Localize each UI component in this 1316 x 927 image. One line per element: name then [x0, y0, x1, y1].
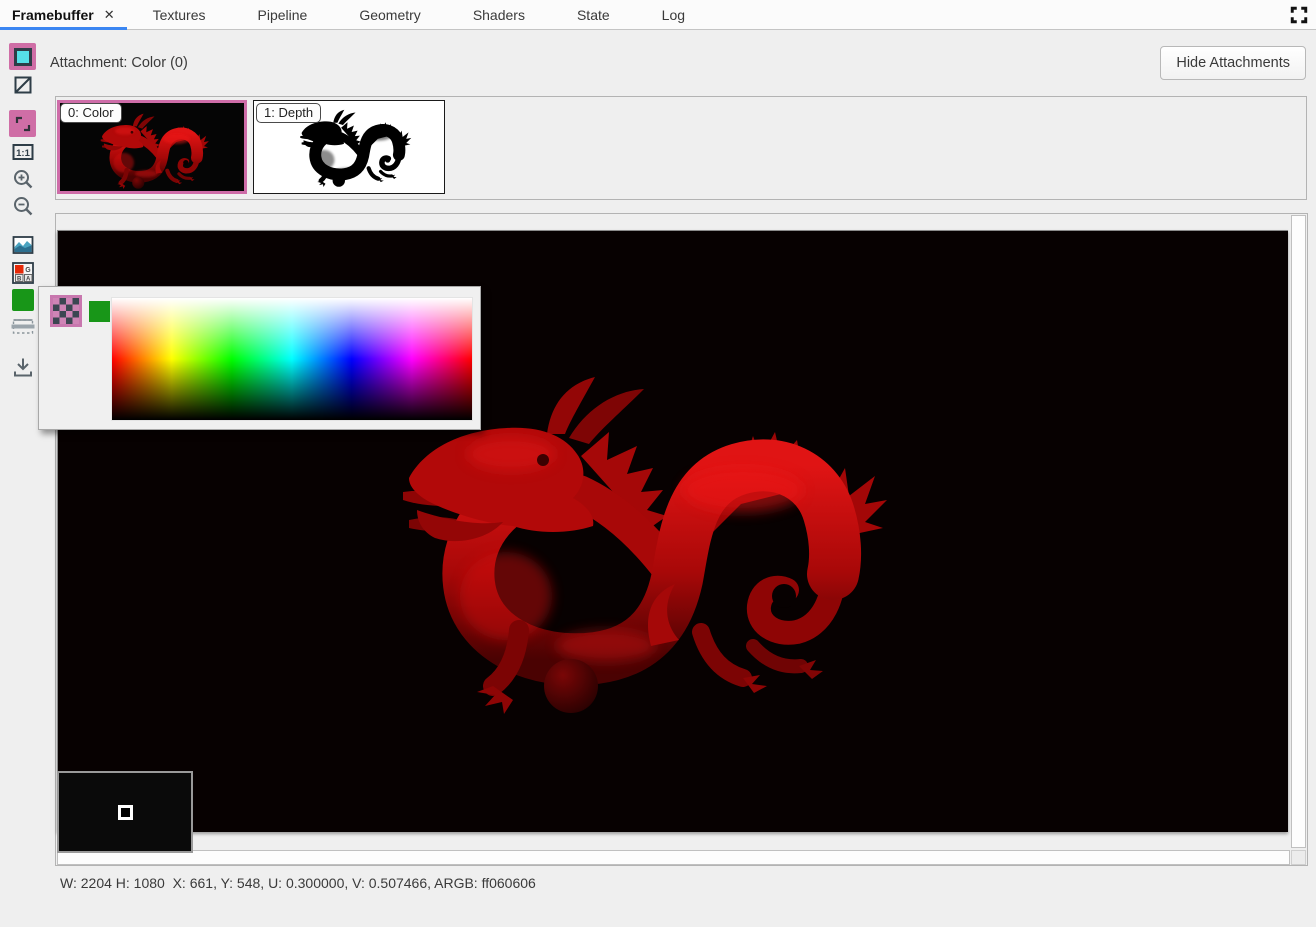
vertical-scrollbar[interactable] — [1291, 215, 1306, 848]
green-color-swatch[interactable] — [89, 301, 110, 322]
transparent-checker-swatch[interactable] — [50, 295, 82, 327]
attachment-label: Attachment: Color (0) — [50, 55, 188, 71]
tab-state[interactable]: State — [551, 0, 636, 29]
channels-rgba-icon[interactable]: G B A — [9, 259, 36, 286]
tab-geometry[interactable]: Geometry — [333, 0, 446, 29]
color-thumbnail-dragon — [96, 113, 214, 189]
fullscreen-icon[interactable] — [1290, 6, 1308, 24]
actual-size-label: 1:1 — [16, 148, 30, 159]
tab-bar: Framebuffer ✕ Textures Pipeline Geometry… — [0, 0, 1316, 30]
picked-color — [12, 289, 34, 311]
actual-size-icon[interactable]: 1:1 — [9, 138, 36, 165]
attachment-badge: 0: Color — [60, 103, 122, 123]
background-image-icon[interactable] — [9, 231, 36, 258]
tab-textures[interactable]: Textures — [127, 0, 232, 29]
zoom-in-icon[interactable] — [9, 165, 36, 192]
attachment-thumb-color[interactable]: 0: Color — [57, 100, 247, 194]
hue-gradient-picker[interactable] — [111, 297, 473, 421]
tab-framebuffer[interactable]: Framebuffer ✕ — [0, 0, 127, 29]
scrollbar-corner — [1291, 850, 1306, 865]
attachments-panel: 0: Color 1: Depth — [55, 96, 1307, 200]
channel-b-label: B — [17, 276, 22, 282]
minimap-overview[interactable] — [57, 771, 193, 853]
fit-window-icon[interactable] — [9, 110, 36, 137]
minimap-view-indicator[interactable] — [118, 805, 133, 820]
save-icon[interactable] — [9, 353, 36, 380]
zoom-out-icon[interactable] — [9, 192, 36, 219]
wireframe-icon[interactable] — [9, 71, 36, 98]
hide-attachments-button[interactable]: Hide Attachments — [1160, 46, 1306, 80]
tab-pipeline[interactable]: Pipeline — [232, 0, 334, 29]
attachment-badge: 1: Depth — [256, 103, 321, 123]
attachment-thumb-depth[interactable]: 1: Depth — [253, 100, 445, 194]
background-color-picker-popup — [38, 286, 481, 430]
status-bar: W: 2204 H: 1080 X: 661, Y: 548, U: 0.300… — [60, 875, 536, 891]
close-icon[interactable]: ✕ — [104, 8, 115, 21]
tab-shaders[interactable]: Shaders — [447, 0, 551, 29]
channel-a-label: A — [26, 276, 31, 282]
horizontal-scrollbar[interactable] — [57, 850, 1290, 865]
channel-g-label: G — [25, 267, 31, 274]
background-color-swatch[interactable] — [9, 286, 36, 313]
row-select-icon[interactable] — [9, 312, 36, 339]
solid-fill-icon[interactable] — [9, 43, 36, 70]
tab-log[interactable]: Log — [636, 0, 711, 29]
tab-label: Framebuffer — [12, 7, 94, 23]
